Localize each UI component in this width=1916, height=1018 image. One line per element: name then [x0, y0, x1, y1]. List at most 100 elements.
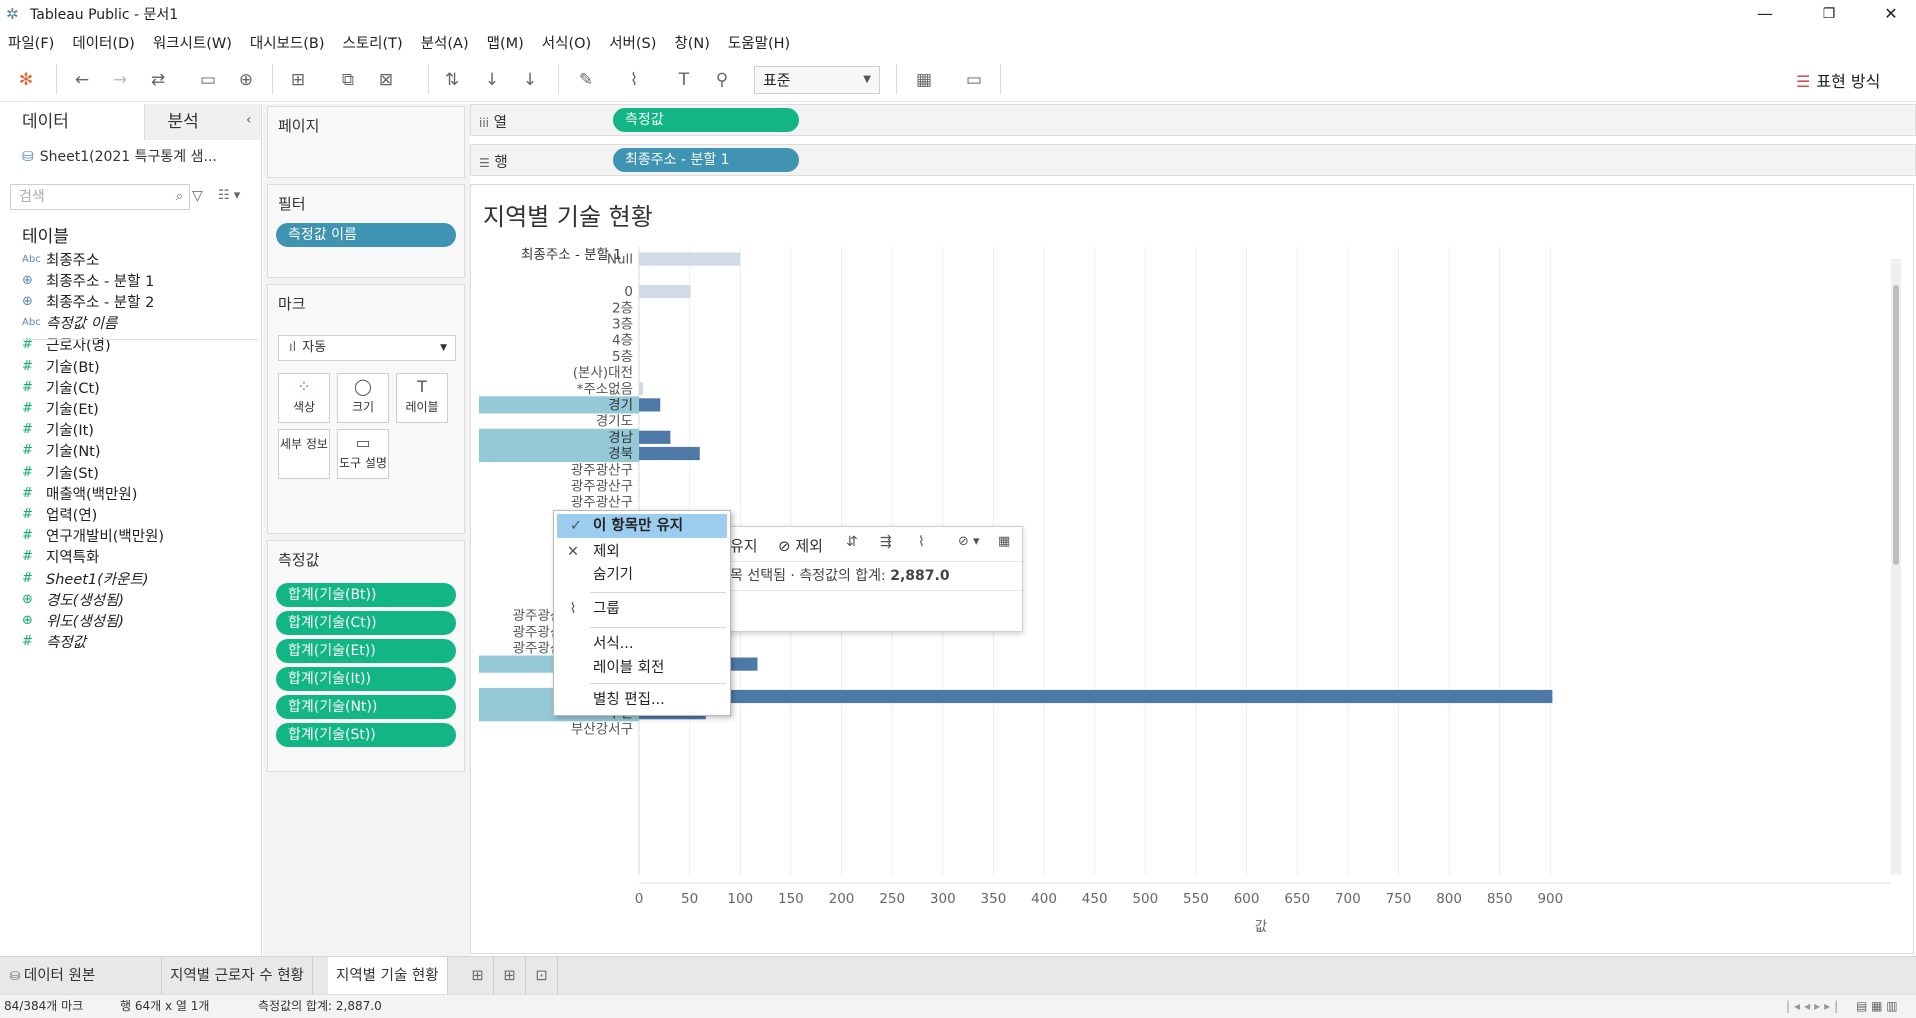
minimize-button[interactable]: — — [1742, 0, 1788, 28]
menu-map[interactable]: 맵(M) — [487, 32, 524, 53]
field-item[interactable]: # 지역특화 — [22, 546, 99, 568]
measure-pill[interactable]: 합계(기술(Nt)) — [276, 695, 456, 719]
size-button[interactable]: ◯ 크기 — [337, 373, 389, 423]
row-label[interactable]: 경북 — [608, 446, 633, 462]
undo-icon[interactable]: ← — [70, 68, 94, 92]
detail-button[interactable]: 세부 정보 — [278, 429, 330, 479]
mark-type-select[interactable]: ıl 자동 ▼ — [278, 335, 456, 361]
show-me-button[interactable]: ☰ 표현 방식 — [1796, 68, 1880, 92]
field-item[interactable]: ⊕ 최종주소 - 분할 2 — [22, 290, 154, 312]
row-label[interactable]: *주소없음 — [577, 381, 633, 397]
highlight-icon[interactable]: ✎ — [574, 68, 598, 92]
row-label[interactable]: 0 — [624, 284, 633, 300]
row-label[interactable]: 경남 — [608, 430, 633, 446]
label-button[interactable]: T 레이블 — [396, 373, 448, 423]
keep-only-action[interactable]: 유지 — [730, 535, 758, 556]
row-label[interactable]: 4층 — [612, 333, 633, 349]
tab-data[interactable]: 데이터 — [0, 104, 145, 140]
group-icon[interactable]: ⇵ — [846, 534, 858, 550]
row-label[interactable]: 부산강서구 — [571, 722, 633, 738]
bar[interactable] — [639, 382, 644, 396]
row-label[interactable]: 경기도 — [596, 414, 633, 430]
field-item[interactable]: # 기술(Nt) — [22, 440, 101, 462]
row-label[interactable]: 경기 — [608, 398, 633, 414]
sort-descending-icon[interactable]: ↓ — [518, 68, 542, 92]
tab-sheet-tech[interactable]: 지역별 기술 현황 — [328, 957, 448, 995]
tableau-home-icon[interactable]: ✻ — [14, 68, 38, 92]
menu-dashboard[interactable]: 대시보드(B) — [250, 32, 325, 53]
filter-icon[interactable]: ▽ — [192, 188, 203, 204]
field-item[interactable]: ⊕ 위도(생성됨) — [22, 609, 124, 631]
fix-axes-icon[interactable]: ⚲ — [710, 68, 734, 92]
clear-sheet-icon[interactable]: ⊠ — [374, 68, 398, 92]
tab-analysis[interactable]: 분석 — [144, 104, 261, 140]
row-label[interactable]: 2층 — [612, 300, 633, 316]
show-mark-labels-icon[interactable]: T — [672, 68, 696, 92]
field-item[interactable]: # 측정값 — [22, 631, 86, 653]
redo-icon[interactable]: → — [108, 68, 132, 92]
menu-analysis[interactable]: 분석(A) — [421, 32, 469, 53]
menu-data[interactable]: 데이터(D) — [72, 32, 135, 53]
group-members-icon[interactable]: ⌇ — [622, 68, 646, 92]
bar[interactable] — [639, 446, 700, 461]
field-item[interactable]: # 기술(Ct) — [22, 376, 100, 398]
search-input[interactable]: 검색 ⌕ — [10, 184, 190, 210]
menu-server[interactable]: 서버(S) — [609, 32, 656, 53]
menu-help[interactable]: 도움말(H) — [728, 32, 790, 53]
row-label[interactable]: Null — [607, 252, 633, 268]
rows-shelf[interactable]: ☰ 행 최종주소 - 분할 1 — [470, 144, 1916, 176]
bar[interactable] — [639, 430, 671, 444]
exclude-action[interactable]: ⊘ 제외 — [778, 535, 823, 556]
menu-story[interactable]: 스토리(T) — [342, 32, 402, 53]
set-icon[interactable]: ⇶ — [880, 534, 892, 550]
field-item[interactable]: ⊕ 경도(생성됨) — [22, 588, 124, 610]
field-item[interactable]: # 연구개발비(백만원) — [22, 525, 164, 547]
bar[interactable] — [639, 398, 661, 412]
duplicate-sheet-icon[interactable]: ⧉ — [336, 68, 360, 92]
sheet-nav-icon[interactable]: |◂◂▸▸| — [1786, 995, 1842, 1017]
bar[interactable] — [639, 689, 1553, 704]
row-label[interactable]: 5층 — [612, 349, 633, 365]
menu-format[interactable]: 서식(O) — [542, 32, 591, 53]
attach-icon[interactable]: ⌇ — [918, 534, 925, 550]
tab-sheet-workers[interactable]: 지역별 근로자 수 현황 — [162, 957, 313, 995]
field-item[interactable]: # Sheet1(카운트) — [22, 567, 148, 589]
row-label[interactable]: 광주광산구 — [571, 495, 633, 511]
columns-shelf[interactable]: iii 열 측정값 — [470, 104, 1916, 136]
sort-ascending-icon[interactable]: ↓ — [480, 68, 504, 92]
new-worksheet-tab-icon[interactable]: ⊞ — [462, 957, 494, 995]
measure-pill[interactable]: 합계(기술(Bt)) — [276, 583, 456, 607]
menu-window[interactable]: 창(N) — [674, 32, 710, 53]
exclude-item[interactable]: ✕ 제외 — [554, 540, 730, 564]
presentation-mode-icon[interactable]: ▭ — [962, 68, 986, 92]
view-data-icon[interactable]: ▦ — [998, 534, 1010, 549]
menu-file[interactable]: 파일(F) — [8, 32, 54, 53]
field-item[interactable]: # 업력(연) — [22, 503, 97, 525]
tab-data-source[interactable]: ⛁ 데이터 원본 — [0, 957, 162, 995]
collapse-pane-icon[interactable]: ‹ — [246, 112, 252, 128]
hide-item[interactable]: 숨기기 — [554, 563, 730, 587]
row-label[interactable]: 광주광산구 — [571, 462, 633, 478]
field-item[interactable]: # 매출액(백만원) — [22, 482, 137, 504]
bar[interactable] — [639, 252, 741, 266]
rotate-label-item[interactable]: 레이블 회전 — [554, 656, 730, 680]
edit-alias-item[interactable]: 별칭 편집... — [554, 688, 730, 712]
replace-data-icon[interactable]: ⇄ — [146, 68, 170, 92]
bar[interactable] — [639, 284, 691, 299]
menu-worksheet[interactable]: 워크시트(W) — [153, 32, 232, 53]
rows-pill[interactable]: 최종주소 - 분할 1 — [613, 148, 799, 172]
restore-button[interactable]: ❐ — [1806, 0, 1852, 28]
tooltip-button[interactable]: ▭ 도구 설명 — [337, 429, 389, 479]
measure-pill[interactable]: 합계(기술(Et)) — [276, 639, 456, 663]
field-item[interactable]: Abc 최종주소 — [22, 248, 99, 270]
pages-card[interactable]: 페이지 — [267, 106, 465, 178]
new-story-tab-icon[interactable]: ⊡ — [526, 957, 558, 995]
row-label[interactable]: 광주광산구 — [571, 479, 633, 495]
view-options-icon[interactable]: ☷ ▾ — [218, 188, 240, 203]
measure-pill[interactable]: 합계(기술(It)) — [276, 667, 456, 691]
row-label[interactable]: (본사)대전 — [573, 365, 633, 381]
datasource-item[interactable]: ⛁ Sheet1(2021 특구통계 샘... — [22, 146, 217, 166]
measure-pill[interactable]: 합계(기술(Ct)) — [276, 611, 456, 635]
columns-pill[interactable]: 측정값 — [613, 108, 799, 132]
save-icon[interactable]: ▭ — [196, 68, 220, 92]
